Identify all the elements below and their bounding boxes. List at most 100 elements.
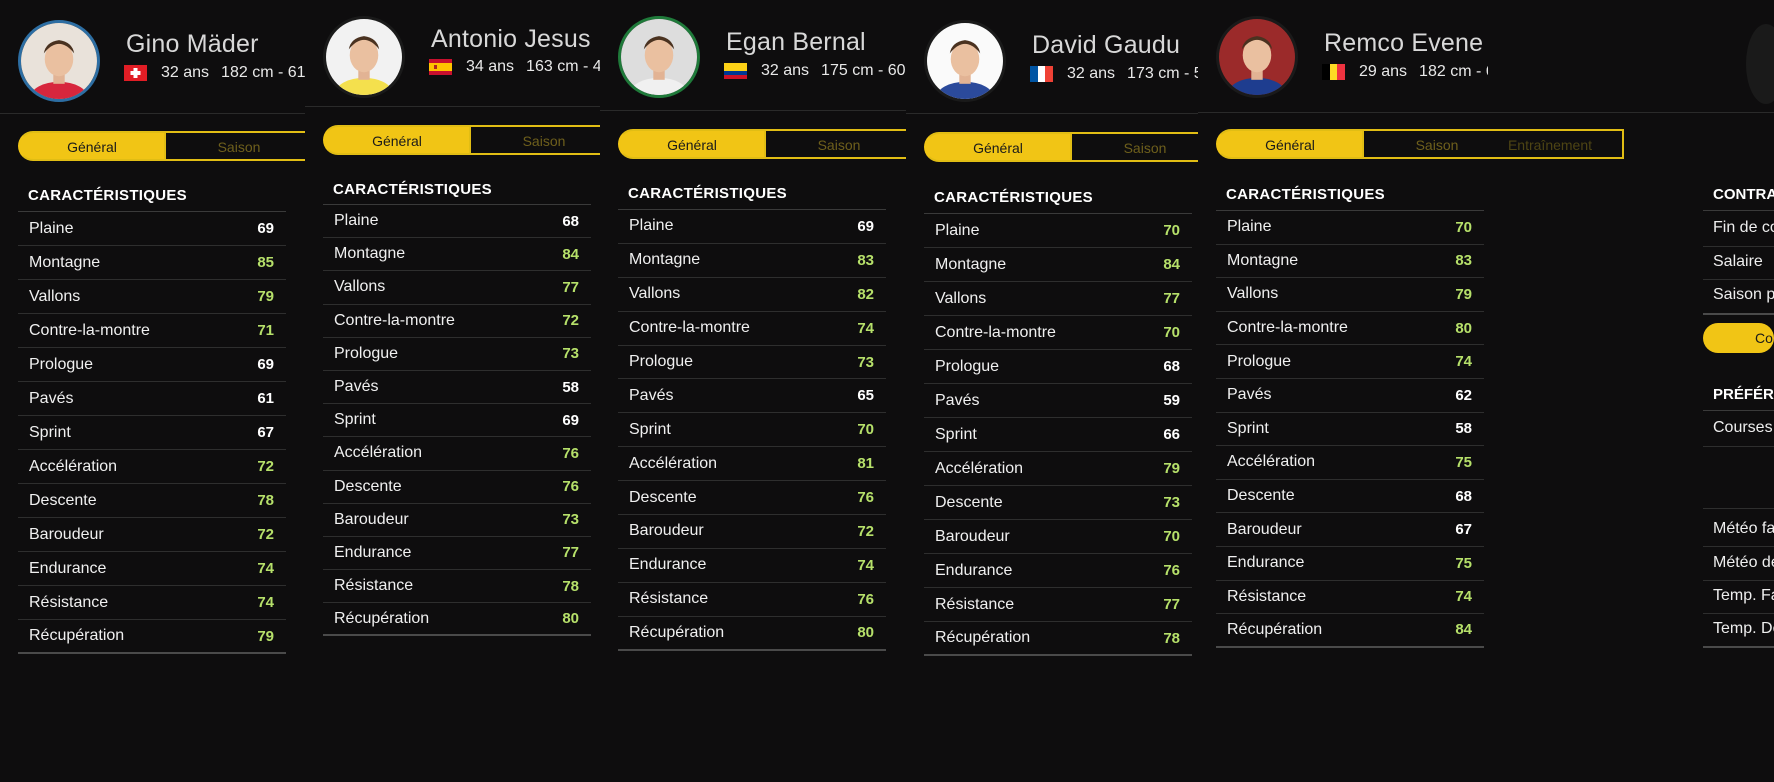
stats-table: Plaine 68 Montagne 84 Vallons 77 Contre-… xyxy=(323,204,591,637)
stat-label: Plaine xyxy=(334,212,379,230)
stat-label: Baroudeur xyxy=(629,522,704,540)
stat-value: 73 xyxy=(562,511,579,529)
stat-label: Résistance xyxy=(1227,587,1307,605)
divider xyxy=(1703,410,1774,411)
stat-value: 84 xyxy=(562,245,579,263)
stat-label: Résistance xyxy=(29,593,109,611)
stat-value: 84 xyxy=(1455,621,1472,639)
stat-row: Sprint 58 xyxy=(1216,413,1484,447)
stat-label: Contre-la-montre xyxy=(629,319,750,337)
stat-row: Descente 76 xyxy=(323,471,591,504)
stat-value: 62 xyxy=(1455,386,1472,404)
stat-row: Contre-la-montre 74 xyxy=(618,312,886,346)
tab-saison[interactable]: Saison xyxy=(1364,129,1488,159)
stat-value: 76 xyxy=(562,444,579,462)
tab-general[interactable]: Général xyxy=(618,129,766,159)
rider-meta: 32 ans 175 cm - 60 kg xyxy=(724,62,906,80)
stat-label: Montagne xyxy=(29,253,101,271)
stat-value: 69 xyxy=(562,411,579,429)
section-title: CARACTÉRISTIQUES xyxy=(28,187,187,204)
rider-header: Gino Mäder 32 ans 182 cm - 61 kg xyxy=(0,0,305,114)
stat-label: Endurance xyxy=(1227,554,1305,572)
divider xyxy=(1703,546,1774,547)
stat-label: Accélération xyxy=(629,454,718,472)
stat-value: 80 xyxy=(857,624,874,642)
section-title: CARACTÉRISTIQUES xyxy=(333,181,492,198)
stat-row: Montagne 84 xyxy=(323,238,591,272)
rider-age: 32 ans xyxy=(761,62,810,79)
contract-row: Salaire xyxy=(1713,253,1763,270)
stat-value: 70 xyxy=(1163,528,1180,545)
stat-row: Endurance 77 xyxy=(323,537,591,571)
stat-value: 74 xyxy=(857,556,874,574)
stat-row: Pavés 59 xyxy=(924,384,1192,418)
stat-row: Résistance 77 xyxy=(924,588,1192,622)
stat-row: Descente 73 xyxy=(924,486,1192,520)
stat-row: Plaine 70 xyxy=(1216,211,1484,245)
stat-label: Baroudeur xyxy=(29,525,104,543)
stat-row: Accélération 81 xyxy=(618,447,886,482)
stat-value: 80 xyxy=(1455,319,1472,337)
stat-row: Sprint 66 xyxy=(924,418,1192,452)
tab-saison[interactable]: Saison xyxy=(166,131,305,161)
stat-value: 76 xyxy=(562,478,579,496)
rider-height-weight: 175 cm - 60 kg xyxy=(821,62,906,79)
stat-value: 85 xyxy=(257,254,274,271)
tab-saison[interactable]: Saison xyxy=(766,129,906,159)
stat-label: Vallons xyxy=(629,285,681,303)
rider-meta: 32 ans 182 cm - 61 kg xyxy=(124,64,305,82)
tab-general[interactable]: Général xyxy=(18,131,166,161)
rider-tabs: GénéralSaisonEntraînement xyxy=(1216,129,1488,159)
stat-label: Prologue xyxy=(629,353,694,370)
stat-label: Baroudeur xyxy=(334,510,409,528)
rider-height-weight: 163 cm - 49 kg xyxy=(526,58,600,75)
tab-saison[interactable]: Saison xyxy=(471,125,600,155)
stat-label: Vallons xyxy=(29,287,81,305)
stat-value: 77 xyxy=(562,278,579,296)
stat-row: Prologue 73 xyxy=(618,346,886,380)
stat-value: 84 xyxy=(1163,256,1180,273)
stat-label: Descente xyxy=(29,491,97,509)
preference-row: Courses xyxy=(1713,419,1773,436)
stat-row: Récupération 78 xyxy=(924,622,1192,656)
tab-general[interactable]: Général xyxy=(1216,129,1364,159)
stat-value: 74 xyxy=(857,319,874,337)
stat-label: Baroudeur xyxy=(935,527,1010,545)
tab-entrainement[interactable]: Entraînement xyxy=(1488,129,1624,159)
stat-value: 72 xyxy=(562,312,579,330)
rider-avatar xyxy=(924,20,1006,102)
rider-panel: Antonio Jesus Soto Guirao 34 ans 163 cm … xyxy=(305,0,600,782)
stat-value: 76 xyxy=(857,590,874,608)
rider-name: David Gaudu xyxy=(1032,31,1181,59)
tab-general[interactable]: Général xyxy=(924,132,1072,162)
spain-flag-icon xyxy=(429,59,452,75)
stat-label: Plaine xyxy=(629,217,674,235)
stat-row: Accélération 75 xyxy=(1216,446,1484,480)
stat-value: 69 xyxy=(857,217,874,235)
rider-tabs: GénéralSaisonEntraînement xyxy=(618,129,906,159)
tab-saison[interactable]: Saison xyxy=(1072,132,1198,162)
stat-row: Contre-la-montre 72 xyxy=(323,305,591,338)
rider-tabs: GénéralSaisonEntraînement xyxy=(323,125,600,155)
stat-label: Plaine xyxy=(29,219,74,237)
divider xyxy=(1703,646,1774,648)
stat-row: Baroudeur 67 xyxy=(1216,513,1484,547)
rider-name: Remco Evenepoel xyxy=(1324,29,1484,57)
divider xyxy=(1703,580,1774,581)
extra-avatar xyxy=(1746,24,1774,104)
stat-label: Récupération xyxy=(334,609,430,627)
stat-value: 79 xyxy=(257,627,274,645)
rider-height-weight: 182 cm - 64 kg xyxy=(1419,63,1488,80)
stat-value: 77 xyxy=(1163,290,1180,307)
stat-label: Accélération xyxy=(935,459,1024,477)
stat-row: Montagne 83 xyxy=(1216,245,1484,279)
rider-height-weight: 173 cm - 56 kg xyxy=(1127,65,1198,82)
section-title: CARACTÉRISTIQUES xyxy=(934,189,1093,206)
rider-name: Gino Mäder xyxy=(126,30,259,58)
stat-row: Vallons 79 xyxy=(1216,278,1484,312)
stat-label: Résistance xyxy=(935,595,1015,613)
tab-general[interactable]: Général xyxy=(323,125,471,155)
rider-age: 32 ans xyxy=(1067,65,1116,82)
contract-button[interactable]: Co xyxy=(1703,323,1774,353)
rider-age: 32 ans xyxy=(161,64,210,81)
